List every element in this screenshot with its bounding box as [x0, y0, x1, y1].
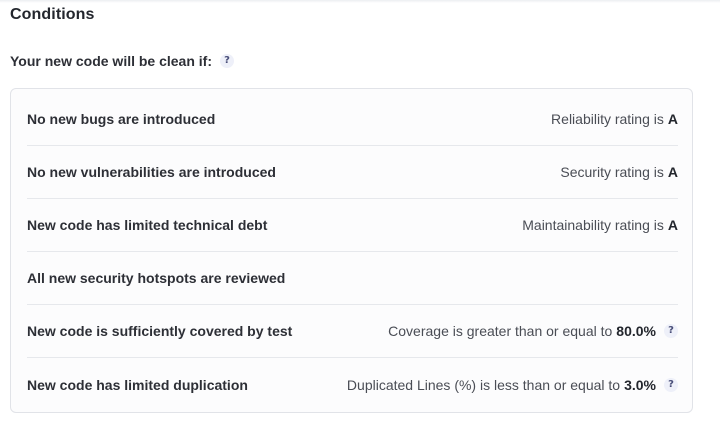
condition-row-duplication: New code has limited duplication Duplica…: [27, 358, 678, 411]
condition-detail: Security rating is A: [560, 164, 678, 180]
condition-detail-text: Duplicated Lines (%) is less than or equ…: [346, 376, 621, 393]
condition-detail: Duplicated Lines (%) is less than or equ…: [347, 377, 678, 393]
condition-label: All new security hotspots are reviewed: [27, 270, 286, 286]
condition-row-security-hotspots: All new security hotspots are reviewed: [27, 252, 678, 305]
condition-row-technical-debt: New code has limited technical debt Main…: [27, 199, 678, 252]
condition-threshold: A: [667, 111, 678, 127]
condition-label: No new vulnerabilities are introduced: [27, 164, 276, 180]
question-mark-icon[interactable]: ?: [664, 324, 678, 338]
condition-label: New code has limited technical debt: [27, 217, 268, 233]
condition-detail: Reliability rating is A: [551, 111, 678, 127]
condition-detail: Maintainability rating is A: [522, 217, 678, 233]
condition-threshold: 3.0%: [624, 376, 656, 393]
condition-detail-text: Reliability rating is: [551, 111, 664, 127]
conditions-card: No new bugs are introduced Reliability r…: [10, 88, 693, 413]
quality-gate-conditions-page: Conditions Your new code will be clean i…: [0, 0, 720, 422]
condition-row-coverage: New code is sufficiently covered by test…: [27, 305, 678, 358]
top-divider-shadow: [0, 0, 720, 3]
condition-detail-text: Maintainability rating is: [522, 217, 664, 233]
question-mark-icon[interactable]: ?: [664, 377, 678, 392]
help-icon[interactable]: ?: [220, 54, 235, 68]
section-title: Conditions: [10, 6, 95, 23]
condition-threshold: 80.0%: [616, 323, 656, 339]
condition-detail-text: Security rating is: [560, 164, 664, 180]
condition-label: New code has limited duplication: [27, 376, 248, 393]
condition-row-vulnerabilities: No new vulnerabilities are introduced Se…: [27, 146, 678, 199]
condition-detail: Coverage is greater than or equal to 80.…: [388, 323, 678, 339]
condition-label: New code is sufficiently covered by test: [27, 323, 293, 339]
condition-list: No new bugs are introduced Reliability r…: [27, 93, 678, 411]
condition-threshold: A: [667, 217, 678, 233]
condition-detail-text: Coverage is greater than or equal to: [388, 323, 613, 339]
condition-label: No new bugs are introduced: [27, 111, 216, 127]
subtitle: Your new code will be clean if:: [10, 53, 213, 69]
subtitle-row: Your new code will be clean if: ?: [10, 53, 235, 69]
condition-threshold: A: [667, 164, 678, 180]
condition-row-bugs: No new bugs are introduced Reliability r…: [27, 93, 678, 146]
